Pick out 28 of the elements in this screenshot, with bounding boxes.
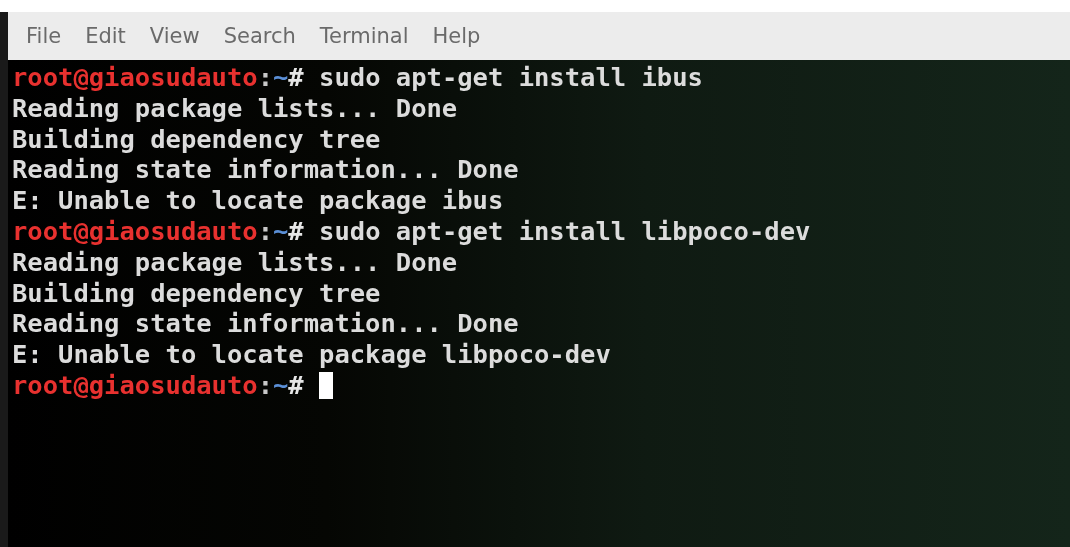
prompt-sign: # (288, 216, 304, 246)
prompt-sign: # (288, 62, 304, 92)
prompt-user: root@giaosudauto (12, 369, 258, 400)
menu-item[interactable]: File (26, 24, 62, 48)
prompt-separator: : (257, 369, 273, 400)
command-text: sudo apt-get install ibus (319, 62, 703, 92)
prompt-user: root@giaosudauto (12, 62, 258, 92)
prompt-sign: # (288, 369, 304, 400)
output-line: Building dependency tree (12, 277, 381, 308)
menu-item[interactable]: Help (432, 24, 481, 48)
prompt-path: ~ (273, 216, 289, 246)
prompt-separator: : (257, 62, 273, 92)
menu-item[interactable]: View (149, 24, 200, 48)
prompt-user: root@giaosudauto (12, 216, 258, 246)
output-line: Reading state information... Done (12, 154, 519, 185)
menu-item[interactable]: Terminal (319, 24, 409, 48)
prompt-path: ~ (273, 62, 289, 92)
output-line: E: Unable to locate package ibus (12, 185, 504, 216)
output-line: E: Unable to locate package libpoco-dev (12, 339, 611, 370)
command-text: sudo apt-get install libpoco-dev (319, 216, 811, 246)
prompt-separator: : (257, 216, 273, 246)
output-line: Reading state information... Done (12, 308, 519, 339)
output-line: Reading package lists... Done (12, 246, 458, 277)
menu-item[interactable]: Search (223, 24, 296, 48)
output-line: Building dependency tree (12, 123, 381, 154)
prompt-path: ~ (273, 369, 289, 400)
menu-item[interactable]: Edit (85, 24, 126, 48)
output-line: Reading package lists... Done (12, 92, 458, 123)
